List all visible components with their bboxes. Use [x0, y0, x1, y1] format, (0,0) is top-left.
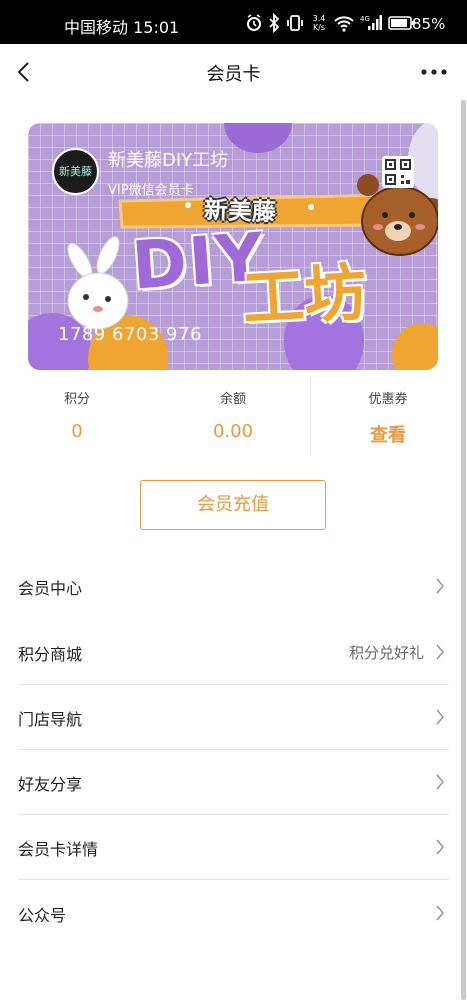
status-icons: 3.4 K/s 4G — [246, 12, 416, 34]
card-subtitle: VIP微信会员卡 — [108, 183, 194, 198]
chevron-right-icon — [436, 709, 445, 725]
menu-item-value: 积分兑好礼 — [348, 644, 424, 662]
chevron-right-icon — [436, 644, 445, 660]
chevron-right-icon — [436, 774, 445, 790]
menu-item-share-friends[interactable]: 好友分享 — [18, 750, 449, 815]
chevron-right-icon — [436, 578, 445, 594]
menu-item-label: 门店导航 — [18, 710, 83, 729]
svg-text:4G: 4G — [360, 15, 370, 23]
card-workshop-text: 工坊 — [240, 255, 369, 336]
recharge-button[interactable]: 会员充值 — [140, 480, 326, 530]
coupon-view-link[interactable]: 查看 — [338, 421, 438, 447]
rabbit-illustration — [67, 236, 129, 330]
more-horizontal-icon[interactable] — [418, 62, 450, 82]
qr-code-icon[interactable] — [382, 156, 414, 188]
speed-unit: K/s — [312, 23, 326, 32]
points-stat[interactable]: 积分 0 — [27, 388, 127, 442]
bluetooth-icon — [269, 13, 280, 33]
carrier-time: 中国移动 15:01 — [64, 18, 180, 37]
coupon-stat[interactable]: 优惠券 查看 — [338, 388, 438, 447]
member-card[interactable]: 新美藤 新美藤DIY工坊 VIP微信会员卡 新美藤 DIY 工坊 1789 67… — [28, 123, 438, 370]
status-bar: 中国移动 15:01 3.4 K/s 4G 85% — [0, 0, 467, 44]
menu-item-label: 公众号 — [18, 906, 67, 925]
signal-icon: 4G — [360, 15, 382, 30]
card-brand-name: 新美藤DIY工坊 — [108, 150, 229, 171]
coupon-label: 优惠券 — [368, 392, 408, 407]
chevron-right-icon — [436, 905, 445, 921]
battery-percent: 85% — [412, 15, 446, 33]
menu-item-label: 会员卡详情 — [18, 840, 99, 859]
network-speed: 3.4 K/s — [310, 14, 328, 32]
stat-divider — [310, 378, 311, 454]
brand-logo: 新美藤 — [52, 148, 99, 195]
nav-bar: 会员卡 — [0, 44, 467, 100]
speed-value: 3.4 — [312, 14, 326, 23]
vibrate-icon — [287, 15, 303, 31]
page-title: 会员卡 — [206, 64, 261, 85]
scrollbar[interactable] — [461, 100, 466, 1000]
menu-item-member-center[interactable]: 会员中心 — [18, 554, 449, 619]
menu-item-official-account[interactable]: 公众号 — [18, 881, 449, 946]
balance-label: 余额 — [219, 392, 246, 407]
menu-item-label: 会员中心 — [18, 579, 83, 598]
menu-item-points-mall[interactable]: 积分商城 积分兑好礼 — [18, 620, 449, 685]
menu-item-store-navigation[interactable]: 门店导航 — [18, 685, 449, 750]
points-value: 0 — [71, 421, 83, 442]
alarm-icon — [247, 14, 261, 31]
menu-item-card-details[interactable]: 会员卡详情 — [18, 815, 449, 880]
points-label: 积分 — [63, 392, 90, 407]
card-number: 1789 6703 976 — [58, 324, 202, 345]
menu-item-label: 好友分享 — [18, 775, 83, 794]
chevron-right-icon — [436, 839, 445, 855]
balance-stat[interactable]: 余额 0.00 — [183, 388, 283, 442]
balance-value: 0.00 — [212, 421, 254, 442]
wifi-icon — [334, 16, 354, 32]
menu-item-label: 积分商城 — [18, 645, 83, 664]
